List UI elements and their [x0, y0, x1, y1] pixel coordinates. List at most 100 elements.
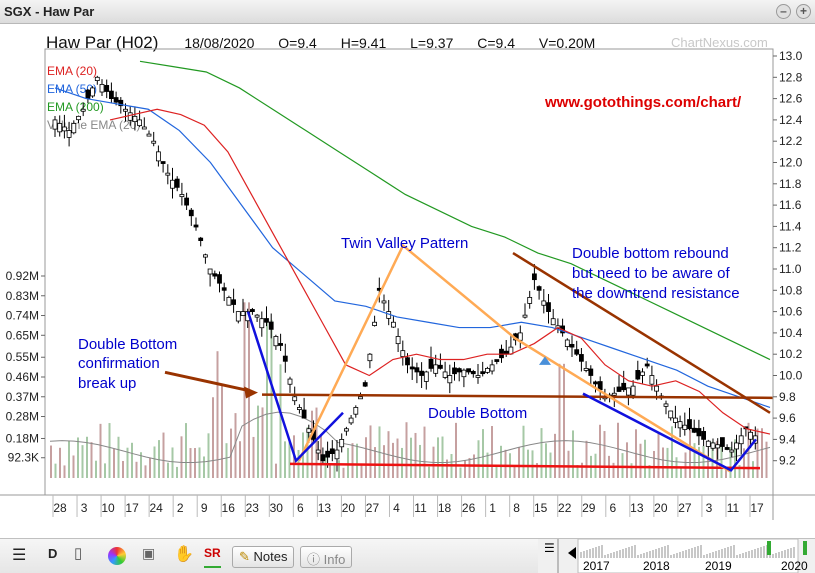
volume-bar [72, 455, 75, 478]
minimize-icon[interactable]: – [776, 4, 791, 19]
candlestick [76, 115, 81, 123]
date-tick-label: 23 [246, 501, 260, 515]
candle-body [348, 417, 354, 424]
timeline-bar [610, 553, 612, 558]
volume-bar [252, 436, 255, 478]
candlestick [447, 364, 453, 394]
hand-tool-icon[interactable]: ✋ [174, 544, 194, 566]
candlestick [687, 407, 692, 431]
candle-body [668, 410, 674, 419]
timeline-bar [715, 551, 717, 558]
timeline-bar [649, 551, 651, 558]
candlestick [546, 293, 551, 324]
volume-bar [365, 437, 367, 478]
candlestick [99, 79, 105, 97]
color-palette-icon[interactable] [108, 547, 126, 565]
timeline-bar [688, 549, 690, 558]
volume-bar [567, 450, 570, 478]
candle-body [654, 385, 659, 392]
candlestick [701, 426, 706, 447]
menu-icon[interactable]: ☰ [12, 545, 26, 567]
date-tick-label: 10 [101, 501, 115, 515]
volume-bar [333, 465, 336, 478]
compare-icon[interactable]: ▣ [142, 545, 155, 567]
volume-bar [428, 466, 430, 478]
volume-tick-label: 0.18M [6, 431, 39, 445]
candlestick [696, 419, 702, 446]
candle-body [381, 300, 387, 304]
timeline-bar [730, 546, 732, 558]
candlestick [419, 362, 425, 389]
price-chart[interactable]: www.gotothings.com/chart/Twin Valley Pat… [0, 25, 815, 520]
neckline-line [261, 393, 774, 400]
candlestick [489, 359, 495, 375]
timeline-range-end[interactable] [803, 541, 807, 555]
candle-body [682, 424, 688, 430]
candle-body [287, 378, 293, 385]
month-label: May [395, 518, 420, 520]
candlestick [287, 376, 293, 393]
candlestick [94, 75, 100, 85]
candlestick [640, 368, 645, 384]
candlestick [235, 311, 241, 324]
candle-body [626, 387, 631, 396]
candle-body [405, 357, 410, 366]
notes-button[interactable]: ✎ Notes [232, 546, 295, 568]
timeline-bar [634, 545, 636, 558]
candlestick [282, 343, 288, 373]
period-selector[interactable]: D [48, 546, 57, 568]
candle-body [320, 454, 326, 462]
candle-body [85, 89, 91, 100]
candle-body [217, 274, 222, 284]
date-tick-label: 22 [558, 501, 572, 515]
candlestick [353, 405, 359, 418]
timeline-bar [661, 547, 663, 558]
timeline-bar [691, 548, 693, 558]
annotation-text: but need to be aware of [572, 265, 730, 282]
volume-bar [203, 456, 205, 478]
timeline-bar [664, 546, 666, 558]
candle-body [339, 438, 345, 448]
timeline-bar [628, 547, 630, 558]
info-button[interactable]: ⓘ Info [300, 546, 353, 568]
timeline-bar [781, 551, 783, 558]
timeline-bar [595, 547, 597, 558]
candlestick [673, 405, 678, 429]
notes-icon: ✎ [239, 549, 254, 564]
candlestick [301, 397, 307, 419]
candle-body [165, 172, 171, 176]
chart-type-icon[interactable]: ▯ [74, 544, 82, 566]
volume-bar [491, 426, 493, 478]
volume-tick-label: 0.74M [6, 309, 39, 323]
volume-bar [396, 438, 399, 478]
candlestick [268, 313, 274, 339]
sr-icon[interactable]: SR [204, 546, 221, 568]
volume-tick-label: 0.37M [6, 390, 39, 404]
volume-bar [603, 431, 606, 478]
price-tick-label: 9.2 [779, 454, 796, 468]
volume-bar [266, 319, 268, 478]
volume-bar [185, 423, 187, 478]
candle-body [315, 449, 321, 454]
volume-bar [414, 432, 417, 478]
candle-body [480, 371, 486, 375]
candle-body [329, 448, 335, 455]
volume-tick-label: 0.65M [6, 328, 39, 342]
price-tick-label: 10.6 [779, 305, 803, 319]
timeline-bar [754, 549, 756, 558]
timeline-navigator[interactable]: ☰ 2017 2018 2019 2020 [538, 539, 815, 573]
timeline-zoom-icon[interactable]: ☰ [544, 541, 555, 555]
candle-body [673, 417, 678, 423]
annotation-text: Double Bottom [78, 336, 177, 353]
date-tick-label: 26 [462, 501, 476, 515]
timeline-bar [640, 554, 642, 558]
close-icon[interactable]: + [796, 4, 811, 19]
timeline-bar [784, 550, 786, 558]
candle-body [715, 444, 721, 449]
timeline-range-start[interactable] [767, 541, 771, 555]
volume-bar [225, 443, 228, 478]
timeline-bar [760, 547, 762, 558]
candlestick [170, 167, 175, 199]
timeline-bar [724, 548, 726, 558]
candle-body [621, 382, 627, 391]
